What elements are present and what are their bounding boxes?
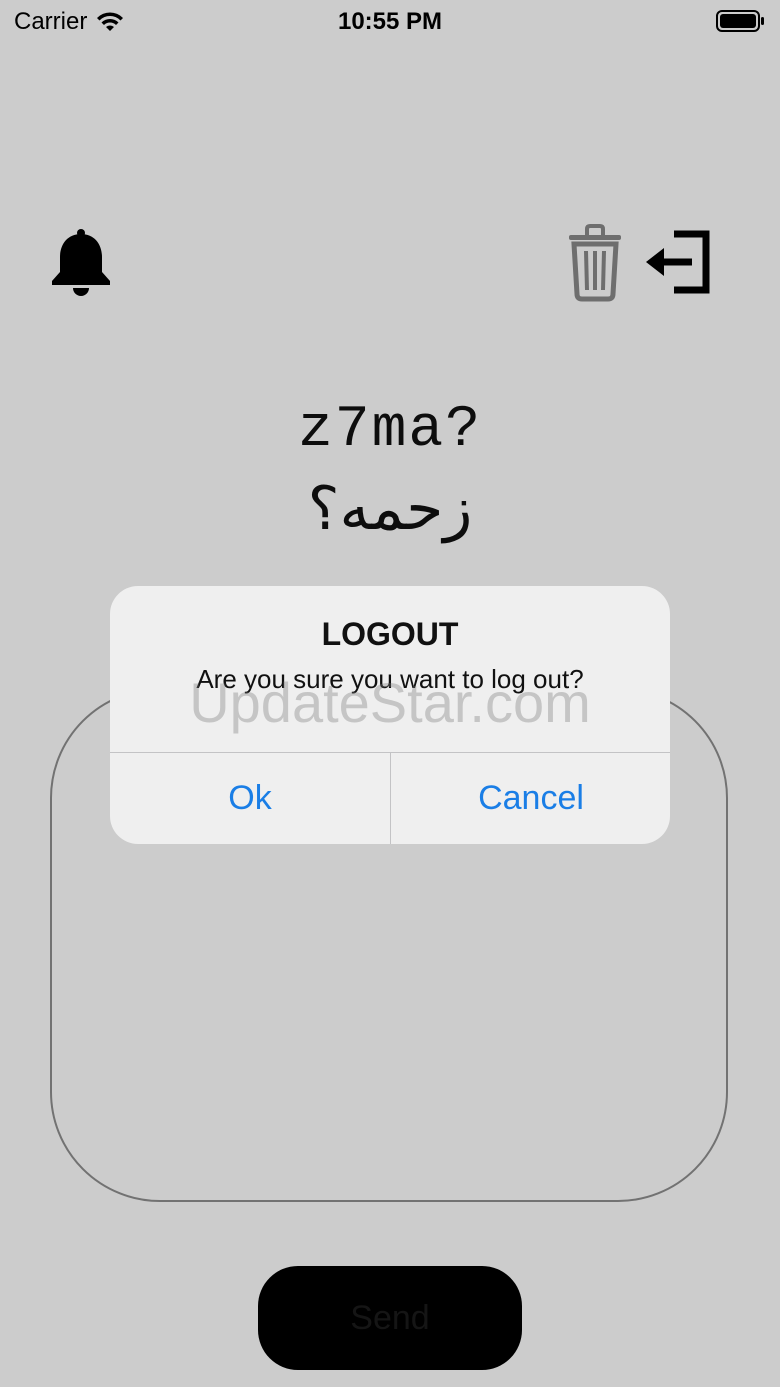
status-bar: Carrier 10:55 PM — [0, 0, 780, 44]
status-time: 10:55 PM — [337, 8, 443, 35]
cancel-button[interactable]: Cancel — [391, 753, 670, 844]
ok-button[interactable]: Ok — [110, 753, 390, 844]
alert-title: LOGOUT — [321, 616, 459, 652]
alert-message: Are you sure you want to log out? — [196, 664, 584, 694]
battery-icon — [716, 10, 764, 32]
logout-alert: LOGOUT Are you sure you want to log out?… — [110, 586, 670, 844]
